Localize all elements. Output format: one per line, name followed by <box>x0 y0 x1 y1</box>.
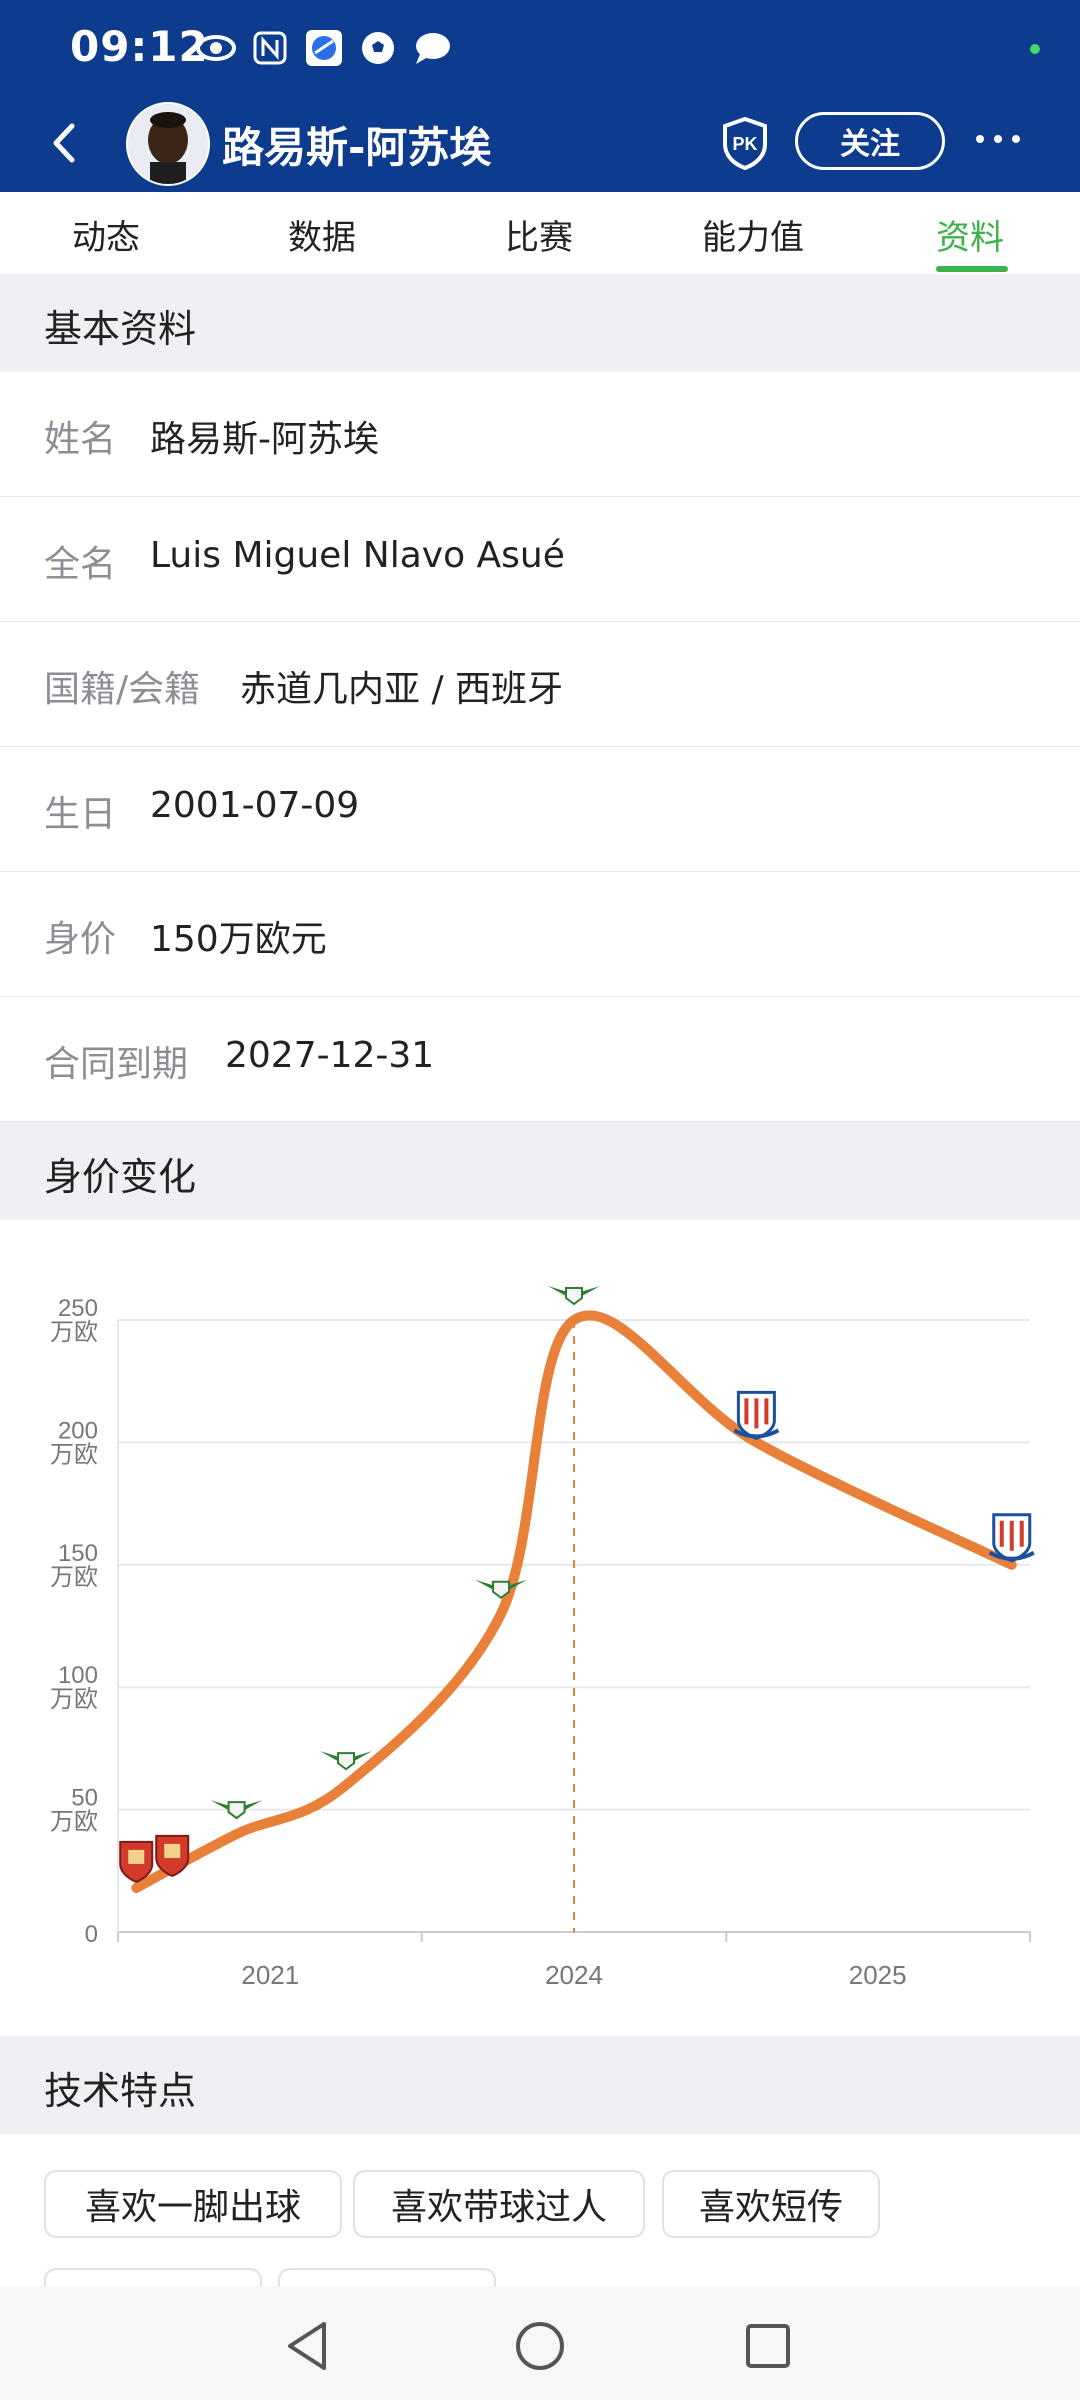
value-chart: 250 万欧 200 万欧 150 万欧 100 万欧 50 万欧 0 2021 2024 2025 <box>50 1286 1035 1990</box>
chat-icon <box>412 28 452 68</box>
info-value: 2001-07-09 <box>150 785 360 826</box>
tab-profile[interactable]: 资料 <box>936 210 1004 259</box>
status-dot <box>1030 44 1040 54</box>
info-row-birthday: 生日 2001-07-09 <box>0 747 1080 872</box>
skills-header: 技术特点 <box>0 2036 1080 2134</box>
soccer-icon <box>358 28 398 68</box>
value-change-header: 身价变化 <box>0 1122 1080 1220</box>
y-tick-label: 150 万欧 <box>50 1540 98 1591</box>
tab-ability[interactable]: 能力值 <box>702 210 804 259</box>
club-badges <box>119 1286 1035 1884</box>
braga-badge-icon <box>119 1840 154 1884</box>
info-label: 身价 <box>44 919 117 960</box>
active-tab-indicator <box>936 266 1008 272</box>
y-tick-label: 250 万欧 <box>50 1295 98 1346</box>
back-button[interactable] <box>44 118 88 168</box>
more-icon[interactable] <box>976 124 1036 154</box>
status-icons <box>196 28 452 68</box>
y-tick-label: 0 <box>85 1921 98 1948</box>
info-label: 生日 <box>44 794 117 835</box>
system-nav-bar <box>0 2286 1080 2400</box>
y-axis: 250 万欧 200 万欧 150 万欧 100 万欧 50 万欧 0 <box>50 1295 98 1948</box>
moreirense-badge-icon <box>475 1579 528 1600</box>
tab-bar: 动态 数据 比赛 能力值 资料 <box>0 192 1080 274</box>
nav-back-icon[interactable] <box>280 2318 336 2374</box>
info-label: 全名 <box>44 544 117 585</box>
shanghai-shenhua-badge-icon <box>733 1390 780 1440</box>
section-title: 基本资料 <box>44 307 197 351</box>
braga-badge-icon <box>155 1834 190 1878</box>
eye-icon <box>196 28 236 68</box>
nav-recents-icon[interactable] <box>740 2318 796 2374</box>
basic-info-header: 基本资料 <box>0 274 1080 372</box>
pk-label: PK <box>732 134 757 154</box>
section-title: 身价变化 <box>44 1155 197 1199</box>
skill-tag[interactable]: 喜欢一脚出球 <box>44 2170 342 2238</box>
shanghai-shenhua-badge-icon <box>988 1513 1035 1563</box>
pk-button[interactable]: PK <box>720 116 770 171</box>
status-time: 09:12 <box>70 22 209 71</box>
tab-matches[interactable]: 比赛 <box>505 210 573 259</box>
info-row-contract: 合同到期 2027-12-31 <box>0 997 1080 1122</box>
nfc-icon <box>250 28 290 68</box>
info-label: 姓名 <box>44 419 117 460</box>
info-row-name: 姓名 路易斯-阿苏埃 <box>0 372 1080 497</box>
info-row-fullname: 全名 Luis Miguel Nlavo Asué <box>0 497 1080 622</box>
nav-home-icon[interactable] <box>512 2318 568 2374</box>
info-value: 赤道几内亚 / 西班牙 <box>240 669 564 710</box>
app-header: 09:12 路易斯-阿苏埃 PK 关注 <box>0 0 1080 192</box>
status-bar: 09:12 <box>0 0 1080 90</box>
page-title: 路易斯-阿苏埃 <box>222 123 492 172</box>
y-tick-label: 50 万欧 <box>50 1785 98 1836</box>
tab-stats[interactable]: 数据 <box>288 210 356 259</box>
x-tick-label: 2025 <box>849 1960 907 1990</box>
section-title: 技术特点 <box>44 2069 197 2113</box>
info-value: 150万欧元 <box>150 919 327 960</box>
moreirense-badge-icon <box>548 1286 600 1306</box>
info-row-nationality: 国籍/会籍 赤道几内亚 / 西班牙 <box>0 622 1080 747</box>
info-value: Luis Miguel Nlavo Asué <box>150 535 565 576</box>
info-value: 路易斯-阿苏埃 <box>150 419 379 460</box>
tab-feed[interactable]: 动态 <box>72 210 140 259</box>
x-tick-label: 2024 <box>545 1960 603 1990</box>
info-value: 2027-12-31 <box>225 1035 435 1076</box>
info-label: 合同到期 <box>44 1044 189 1085</box>
follow-button[interactable]: 关注 <box>795 112 945 170</box>
avatar[interactable] <box>126 102 210 186</box>
player-header: 路易斯-阿苏埃 PK 关注 <box>0 96 1080 192</box>
app-icon <box>304 28 344 68</box>
skill-tag[interactable]: 喜欢带球过人 <box>353 2170 645 2238</box>
y-tick-label: 200 万欧 <box>50 1417 98 1468</box>
y-tick-label: 100 万欧 <box>50 1662 98 1713</box>
x-axis: 2021 2024 2025 <box>117 1932 1031 1990</box>
x-tick-label: 2021 <box>241 1960 299 1990</box>
info-label: 国籍/会籍 <box>44 669 201 710</box>
info-row-value: 身价 150万欧元 <box>0 872 1080 997</box>
skill-tag[interactable]: 喜欢短传 <box>662 2170 880 2238</box>
